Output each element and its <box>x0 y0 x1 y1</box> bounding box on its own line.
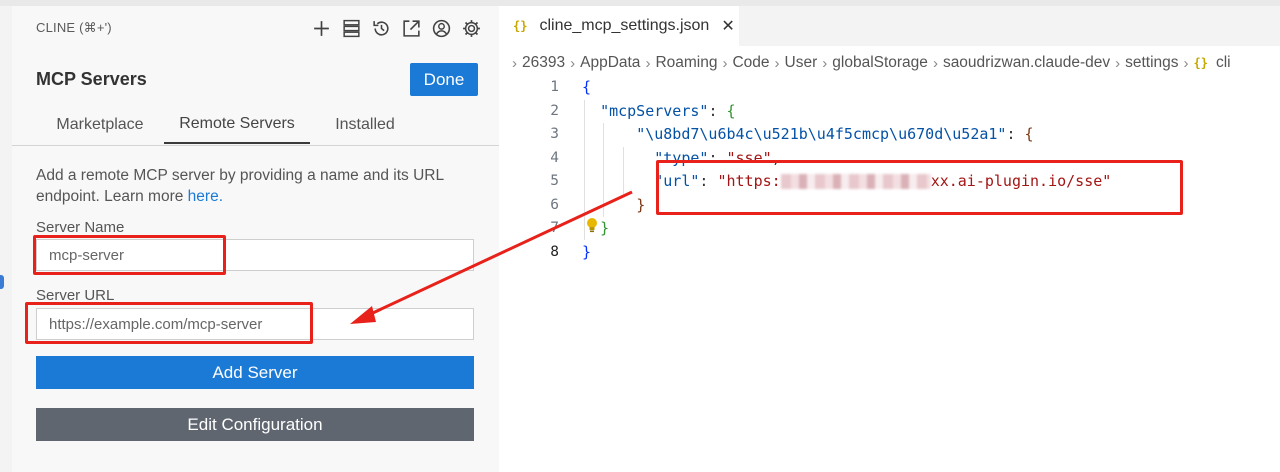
line-number: 5 <box>550 173 559 189</box>
server-list-icon[interactable] <box>339 16 363 40</box>
line-number-gutter: 1 2 3 4 5 6 7 8 <box>529 76 559 264</box>
line-number: 3 <box>550 126 559 142</box>
line-number: 4 <box>550 149 559 166</box>
remote-server-description: Add a remote MCP server by providing a n… <box>36 165 476 207</box>
chevron-right-icon: › <box>822 54 828 72</box>
code-line-1: { <box>582 78 592 96</box>
code-editor: {} cline_mcp_settings.json ✕ › 26393 › A… <box>499 6 1280 472</box>
highlight-url-line <box>656 160 1183 215</box>
line-number: 8 <box>550 243 559 260</box>
close-icon[interactable]: ✕ <box>721 16 734 36</box>
tabs-divider <box>12 145 499 146</box>
highlight-server-url <box>25 302 313 344</box>
breadcrumb-item[interactable]: cli <box>1216 54 1231 72</box>
editor-tab-bar: {} cline_mcp_settings.json ✕ <box>499 6 1280 46</box>
panel-header: CLINE (⌘+') <box>12 6 499 50</box>
chevron-right-icon: › <box>774 54 780 72</box>
learn-more-link[interactable]: here. <box>188 188 223 205</box>
chevron-right-icon: › <box>512 54 517 72</box>
editor-tab-settings-json[interactable]: {} cline_mcp_settings.json ✕ <box>499 6 739 46</box>
description-text: Add a remote MCP server by providing a n… <box>36 167 444 205</box>
tab-remote-servers[interactable]: Remote Servers <box>164 106 310 144</box>
breadcrumb: › 26393 › AppData › Roaming › Code › Use… <box>507 52 1280 74</box>
code-line-8: } <box>582 242 592 261</box>
chevron-right-icon: › <box>570 54 576 72</box>
mcp-tabs: Marketplace Remote Servers Installed <box>36 106 476 146</box>
server-name-label: Server Name <box>36 219 125 236</box>
tab-marketplace[interactable]: Marketplace <box>36 106 164 144</box>
plus-icon[interactable] <box>309 16 333 40</box>
mcp-servers-heading: MCP Servers <box>36 69 147 89</box>
breadcrumb-item[interactable]: saoudrizwan.claude-dev <box>943 54 1110 72</box>
json-file-icon: {} <box>1193 56 1208 70</box>
history-icon[interactable] <box>369 16 393 40</box>
highlight-server-name <box>33 235 226 275</box>
chevron-right-icon: › <box>1183 54 1189 72</box>
done-button[interactable]: Done <box>410 63 478 96</box>
code-line-2: "mcpServers": { <box>600 101 736 120</box>
breadcrumb-item[interactable]: settings <box>1125 54 1178 72</box>
breadcrumb-item[interactable]: AppData <box>580 54 640 72</box>
tab-installed[interactable]: Installed <box>310 106 420 144</box>
line-number: 6 <box>550 196 559 213</box>
breadcrumb-item[interactable]: globalStorage <box>832 54 928 72</box>
settings-gear-icon[interactable] <box>459 16 483 40</box>
edit-configuration-button[interactable]: Edit Configuration <box>36 408 474 441</box>
account-icon[interactable] <box>429 16 453 40</box>
json-key: "mcpServers" <box>600 101 709 120</box>
editor-tab-label: cline_mcp_settings.json <box>539 17 710 34</box>
chevron-right-icon: › <box>722 54 728 72</box>
add-server-button[interactable]: Add Server <box>36 356 474 389</box>
code-line-3: "\u8bd7\u6b4c\u521b\u4f5cmcp\u670d\u52a1… <box>636 125 1034 143</box>
line-number: 7 <box>550 220 559 236</box>
popout-icon[interactable] <box>399 16 423 40</box>
header-toolbar <box>309 16 483 40</box>
code-line-7: } <box>600 219 610 237</box>
chevron-right-icon: › <box>1115 54 1121 72</box>
activity-bar-edge <box>0 6 12 472</box>
breadcrumb-item[interactable]: Roaming <box>655 54 717 72</box>
breadcrumb-item[interactable]: 26393 <box>522 54 565 72</box>
json-key: "\u8bd7\u6b4c\u521b\u4f5cmcp\u670d\u52a1… <box>636 125 1007 143</box>
line-number: 2 <box>550 102 559 119</box>
lightbulb-icon[interactable] <box>585 217 599 233</box>
panel-title: CLINE (⌘+') <box>36 20 112 35</box>
json-file-icon: {} <box>513 19 528 33</box>
chevron-right-icon: › <box>645 54 651 72</box>
activity-indicator <box>0 275 4 289</box>
breadcrumb-item[interactable]: User <box>785 54 818 72</box>
line-number: 1 <box>550 79 559 95</box>
breadcrumb-item[interactable]: Code <box>732 54 769 72</box>
chevron-right-icon: › <box>932 54 938 72</box>
